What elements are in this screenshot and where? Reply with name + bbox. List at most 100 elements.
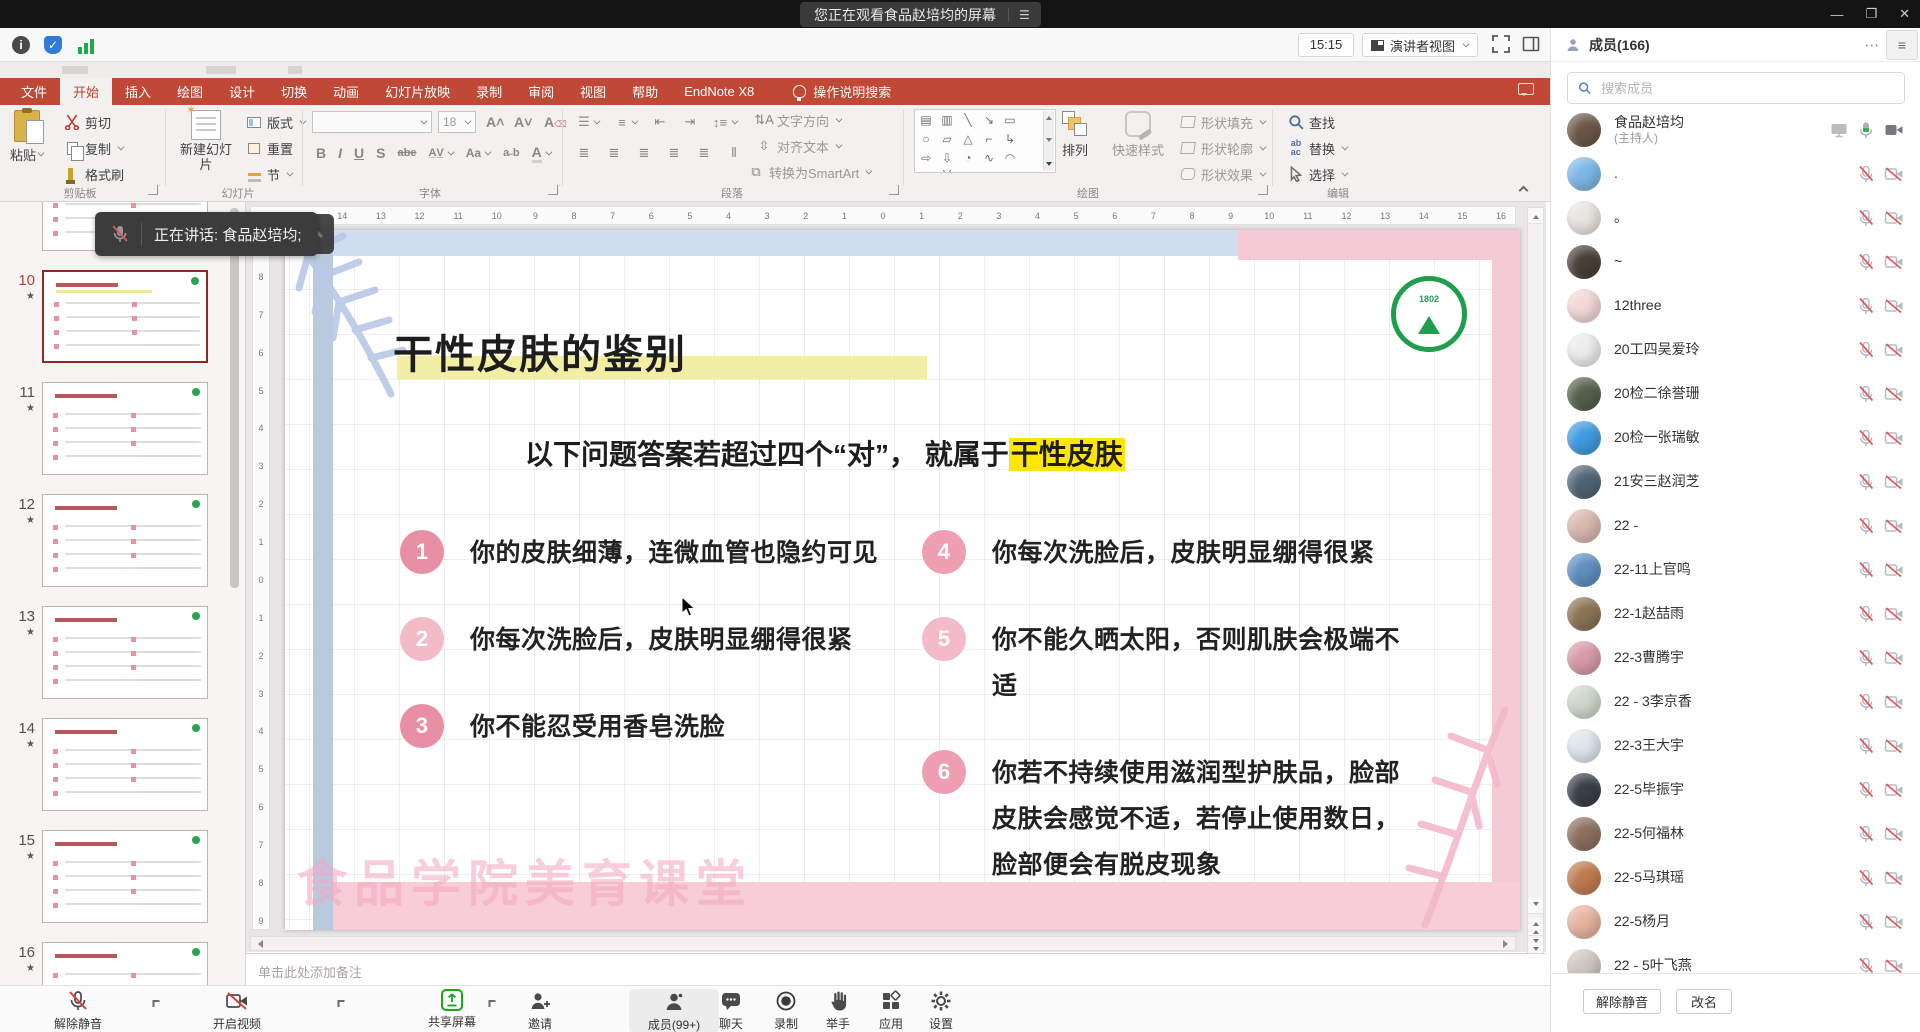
section-button[interactable]: 节 — [246, 164, 293, 184]
shape-fill-button[interactable]: 形状填充 — [1180, 112, 1266, 132]
ribbon-tab[interactable]: 审阅 — [515, 78, 567, 105]
member-row[interactable]: 22-3王大宇 — [1551, 724, 1920, 768]
member-row[interactable]: 食品赵培均 (主持人) — [1551, 108, 1920, 152]
panel-menu-icon[interactable]: ≡ — [1886, 30, 1918, 60]
align-left-button[interactable]: ≣ — [576, 145, 592, 161]
slide-thumbnail[interactable] — [42, 270, 208, 363]
unmute-button[interactable]: 解除静音 — [33, 989, 123, 1032]
font-dialog-launcher[interactable] — [548, 185, 558, 195]
ribbon-tab[interactable]: EndNote X8 — [671, 78, 767, 105]
reset-button[interactable]: 重置 — [246, 138, 293, 158]
slide-thumbnail[interactable] — [42, 942, 208, 985]
info-icon[interactable]: i — [12, 36, 30, 54]
shadow-button[interactable]: S — [376, 145, 385, 161]
shape-outline-button[interactable]: 形状轮廓 — [1180, 138, 1266, 158]
italic-button[interactable]: I — [338, 145, 342, 161]
member-row[interactable]: 22-5毕振宇 — [1551, 768, 1920, 812]
distribute-button[interactable]: ≣ — [696, 145, 712, 161]
member-row[interactable]: 20检二徐誉珊 — [1551, 372, 1920, 416]
ribbon-tab[interactable]: 幻灯片放映 — [372, 78, 463, 105]
member-row[interactable]: 22 - — [1551, 504, 1920, 548]
numbering-button[interactable]: ≡ — [614, 114, 630, 130]
strikethrough-button[interactable]: abe — [397, 147, 416, 159]
slide-thumbnail-row[interactable]: 13 ★ — [0, 606, 230, 699]
member-row[interactable]: 20检一张瑞敏 — [1551, 416, 1920, 460]
clear-formatting-button[interactable]: A⌫ — [544, 112, 567, 132]
slide-thumbnail-row[interactable]: 15 ★ — [0, 830, 230, 923]
align-center-button[interactable]: ≣ — [606, 145, 622, 161]
comments-icon[interactable] — [1518, 83, 1534, 95]
slide-thumbnail[interactable] — [42, 718, 208, 811]
network-stats-icon[interactable] — [78, 36, 96, 54]
horizontal-ruler[interactable]: 1615141312111098765432101234567891011121… — [250, 206, 1516, 225]
justify-button[interactable]: ≣ — [666, 145, 682, 161]
font-size-combobox[interactable]: 18 — [438, 111, 476, 133]
ribbon-tab[interactable]: 视图 — [567, 78, 619, 105]
previous-slide-button[interactable] — [1528, 918, 1543, 936]
bullets-button[interactable]: ☰ — [576, 114, 592, 130]
slide-thumbnail-row[interactable]: 11 ★ — [0, 382, 230, 475]
member-row[interactable]: 22 - 3李京香 — [1551, 680, 1920, 724]
columns-button[interactable]: ⫴ — [726, 145, 742, 161]
ribbon-tab[interactable]: 文件 — [8, 78, 60, 105]
notes-area[interactable]: 单击此处添加备注 — [246, 953, 1546, 985]
shield-icon[interactable]: ✓ — [44, 36, 62, 54]
shape-glyph[interactable]: ↘ — [982, 112, 996, 128]
member-row[interactable]: 22-11上官鸣 — [1551, 548, 1920, 592]
scroll-down-button[interactable] — [1528, 898, 1543, 914]
close-icon[interactable]: ✕ — [1899, 6, 1910, 22]
next-slide-button[interactable] — [1528, 938, 1543, 954]
presenter-view-dropdown[interactable]: 演讲者视图 — [1362, 33, 1478, 57]
shrink-font-button[interactable]: A˅ — [514, 112, 532, 132]
member-row[interactable]: 22-5马琪瑶 — [1551, 856, 1920, 900]
shape-glyph[interactable]: ⇩ — [940, 150, 954, 166]
shape-effects-button[interactable]: 形状效果 — [1180, 164, 1266, 184]
layout-button[interactable]: 版式 — [246, 112, 306, 132]
slide-thumbnail[interactable] — [42, 606, 208, 699]
ribbon-tab[interactable]: 帮助 — [619, 78, 671, 105]
shape-glyph[interactable]: ○ — [919, 131, 933, 147]
vertical-scrollbar[interactable] — [1527, 207, 1544, 955]
change-case-button[interactable]: Aa — [466, 146, 481, 160]
ribbon-tab[interactable]: 切换 — [268, 78, 320, 105]
paste-button[interactable]: 粘贴 — [10, 110, 44, 164]
member-row[interactable]: ~ — [1551, 240, 1920, 284]
member-search-input[interactable] — [1599, 80, 1894, 97]
settings-button[interactable]: 设置 — [896, 989, 986, 1032]
line-spacing-button[interactable]: ↕≡ — [712, 114, 728, 130]
select-button[interactable]: 选择 — [1288, 164, 1348, 184]
video-options-chevron[interactable] — [338, 1000, 345, 1007]
member-row[interactable]: 22-5杨月 — [1551, 900, 1920, 944]
text-direction-button[interactable]: ⇅A文字方向 — [756, 110, 842, 130]
thumbnail-scrollbar[interactable] — [230, 208, 239, 588]
smartart-button[interactable]: ⧉转换为SmartArt — [748, 162, 872, 182]
shape-glyph[interactable]: { — [919, 169, 933, 173]
decrease-indent-button[interactable]: ⇤ — [652, 114, 668, 130]
replace-button[interactable]: abac 替换 — [1288, 138, 1348, 158]
scroll-right-button[interactable] — [1503, 940, 1512, 948]
new-slide-button[interactable]: 新建幻灯片 — [176, 110, 236, 173]
member-row[interactable]: 。 — [1551, 196, 1920, 240]
shape-glyph[interactable]: ◔ — [961, 150, 975, 166]
slide-thumbnail-row[interactable]: 12 ★ — [0, 494, 230, 587]
char-spacing-button[interactable]: A̲V̲ — [428, 147, 443, 159]
arrange-button[interactable]: 排列 — [1062, 111, 1088, 159]
slide-thumbnail[interactable] — [42, 382, 208, 475]
shape-glyph[interactable]: ∿ — [982, 150, 996, 166]
member-row[interactable]: 21安三赵润芝 — [1551, 460, 1920, 504]
clipboard-dialog-launcher[interactable] — [148, 185, 158, 195]
find-button[interactable]: 查找 — [1288, 112, 1335, 132]
shape-glyph[interactable]: ▤ — [919, 112, 933, 128]
drawing-dialog-launcher[interactable] — [1258, 185, 1268, 195]
scroll-up-button[interactable] — [1528, 208, 1543, 224]
shape-glyph[interactable]: ↳ — [1003, 131, 1017, 147]
shape-glyph[interactable]: ◠ — [1003, 150, 1017, 166]
slide-subtitle[interactable]: 以下问题答案若超过四个“对”， 就属于干性皮肤 — [525, 433, 1125, 473]
shape-glyph[interactable]: ⌐ — [982, 131, 996, 147]
member-row[interactable]: 20工四吴爱玲 — [1551, 328, 1920, 372]
paragraph-dialog-launcher[interactable] — [889, 185, 899, 195]
ribbon-tab[interactable]: 动画 — [320, 78, 372, 105]
member-search-box[interactable] — [1567, 72, 1905, 104]
start-video-button[interactable]: 开启视频 — [192, 989, 282, 1032]
tell-me-search[interactable]: 操作说明搜索 — [793, 78, 891, 105]
